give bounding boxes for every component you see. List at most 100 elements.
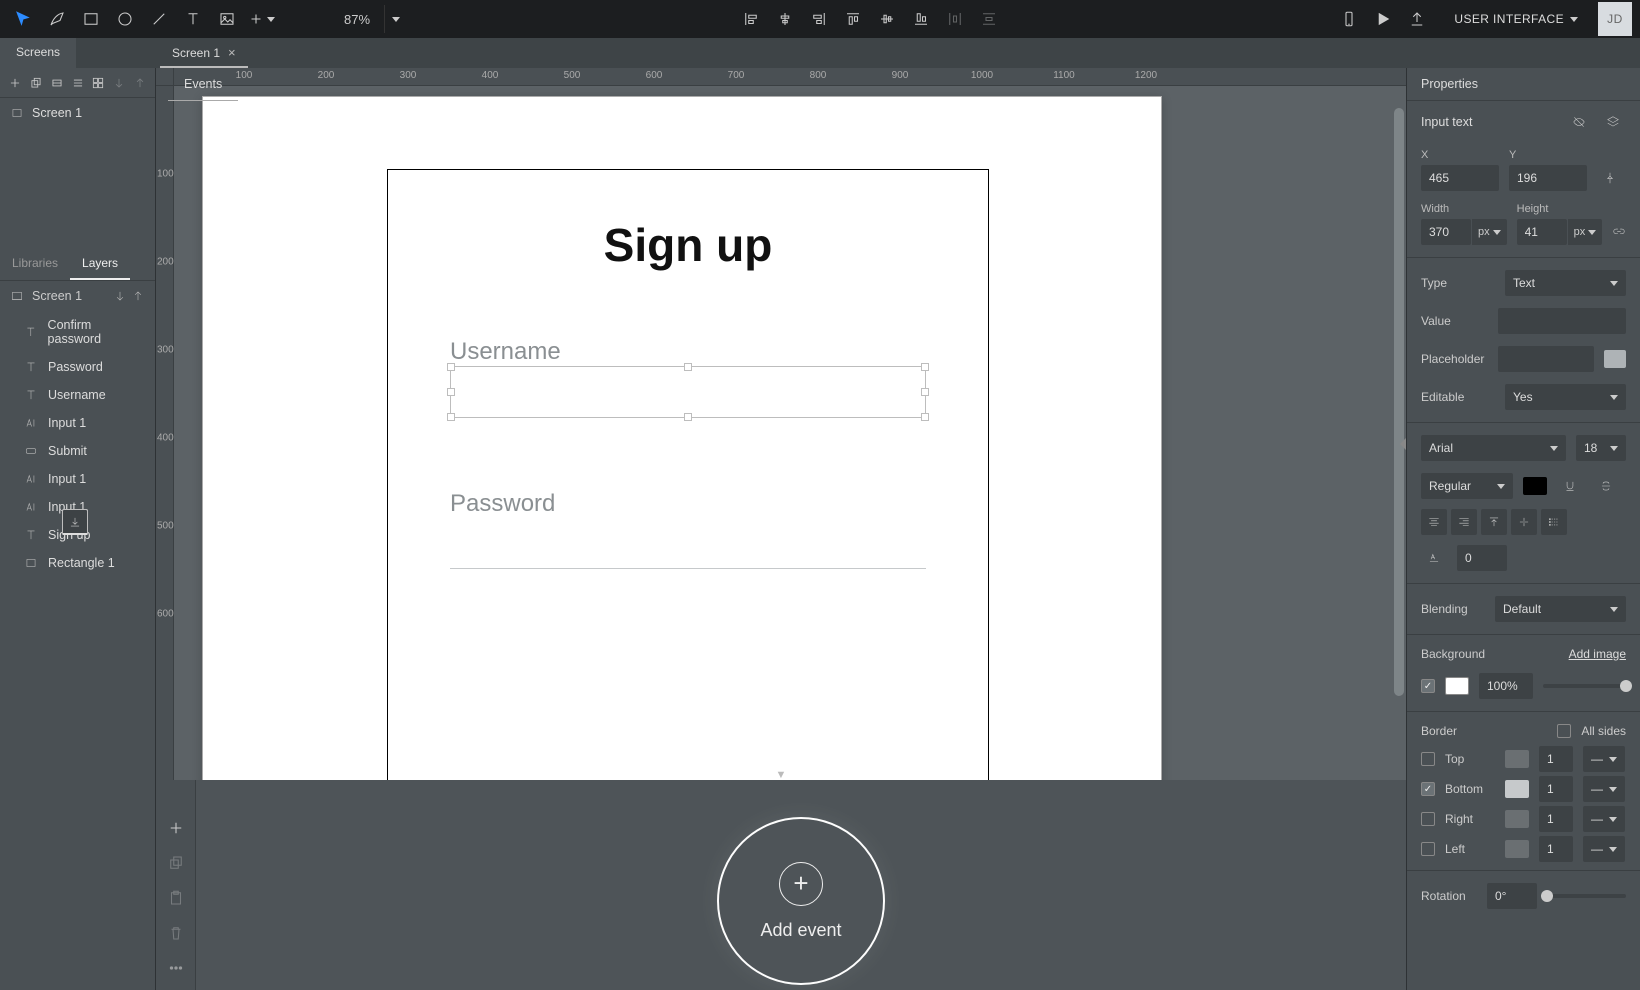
underline-icon[interactable]: [1557, 473, 1583, 499]
grid-view-button[interactable]: [89, 72, 108, 94]
ellipse-tool[interactable]: [110, 4, 140, 34]
expand-icon[interactable]: [131, 289, 145, 303]
password-input-line[interactable]: [450, 568, 926, 569]
align-vertical-center[interactable]: [872, 4, 902, 34]
background-opacity-slider[interactable]: [1543, 684, 1626, 688]
collapse-right-panel[interactable]: [1400, 438, 1406, 450]
strikethrough-icon[interactable]: [1593, 473, 1619, 499]
height-unit[interactable]: px: [1567, 219, 1603, 245]
border-bottom-style[interactable]: —: [1583, 776, 1625, 802]
rectangle-tool[interactable]: [76, 4, 106, 34]
border-left-style[interactable]: —: [1583, 836, 1625, 862]
zoom-input[interactable]: [330, 12, 384, 27]
properties-tab[interactable]: Properties: [1407, 68, 1640, 101]
border-right-style[interactable]: —: [1583, 806, 1625, 832]
letterspacing-input[interactable]: [1457, 545, 1507, 571]
image-tool[interactable]: [212, 4, 242, 34]
align-left-edges[interactable]: [736, 4, 766, 34]
pen-tool[interactable]: [42, 4, 72, 34]
text-tool[interactable]: [178, 4, 208, 34]
editable-select[interactable]: Yes: [1505, 384, 1626, 410]
add-tool[interactable]: [246, 4, 276, 34]
width-input[interactable]: [1421, 219, 1471, 245]
move-up-button[interactable]: [130, 72, 149, 94]
selected-input[interactable]: [450, 366, 926, 418]
blending-select[interactable]: Default: [1495, 596, 1626, 622]
zoom-dropdown[interactable]: [384, 5, 406, 33]
background-opacity[interactable]: [1479, 673, 1533, 699]
layer-root[interactable]: Screen 1: [0, 281, 155, 311]
rotation-slider[interactable]: [1547, 894, 1626, 898]
border-left-checkbox[interactable]: [1421, 842, 1435, 856]
border-bottom-checkbox[interactable]: ✓: [1421, 782, 1435, 796]
link-size-icon[interactable]: [1612, 219, 1626, 245]
collapse-icon[interactable]: [113, 289, 127, 303]
content-frame[interactable]: Sign up Username Password: [387, 169, 989, 780]
add-event-button[interactable]: [163, 816, 189, 839]
weight-select[interactable]: Regular: [1421, 473, 1513, 499]
duplicate-screen-button[interactable]: [27, 72, 46, 94]
placeholder-input[interactable]: [1498, 346, 1594, 372]
border-top-checkbox[interactable]: [1421, 752, 1435, 766]
layer-row[interactable]: Username: [0, 381, 155, 409]
events-tab[interactable]: Events: [168, 68, 238, 101]
screens-tab[interactable]: Screens: [0, 38, 76, 68]
font-size-select[interactable]: 18: [1576, 435, 1626, 461]
all-sides-checkbox[interactable]: [1557, 724, 1571, 738]
align-right-edges[interactable]: [804, 4, 834, 34]
pin-icon[interactable]: [1597, 165, 1623, 191]
layer-row[interactable]: Confirm password: [0, 311, 155, 353]
layer-row[interactable]: Password: [0, 353, 155, 381]
line-tool[interactable]: [144, 4, 174, 34]
layer-row[interactable]: Submit: [0, 437, 155, 465]
list-icon[interactable]: [1541, 509, 1567, 535]
layer-row[interactable]: Input 1: [0, 465, 155, 493]
font-select[interactable]: Arial: [1421, 435, 1566, 461]
close-icon[interactable]: ×: [228, 45, 236, 60]
value-input[interactable]: [1498, 308, 1626, 334]
copy-event-button[interactable]: [163, 851, 189, 874]
password-label[interactable]: Password: [450, 490, 555, 518]
type-select[interactable]: Text: [1505, 270, 1626, 296]
signup-heading[interactable]: Sign up: [388, 218, 988, 272]
canvas-tab-screen1[interactable]: Screen 1 ×: [160, 39, 248, 68]
border-top-color[interactable]: [1505, 750, 1529, 768]
placeholder-color[interactable]: [1604, 350, 1626, 368]
align-horizontal-center[interactable]: [770, 4, 800, 34]
list-view-button[interactable]: [68, 72, 87, 94]
canvas-viewport[interactable]: Sign up Username Password: [174, 86, 1406, 780]
username-label[interactable]: Username: [450, 338, 561, 366]
border-right-color[interactable]: [1505, 810, 1529, 828]
visibility-icon[interactable]: [1566, 109, 1592, 135]
text-color[interactable]: [1523, 477, 1547, 495]
background-color[interactable]: [1445, 677, 1469, 695]
device-preview[interactable]: [1334, 4, 1364, 34]
screen-item[interactable]: Screen 1: [0, 98, 155, 128]
border-top-style[interactable]: —: [1583, 746, 1625, 772]
add-image-link[interactable]: Add image: [1569, 647, 1626, 661]
mode-selector[interactable]: USER INTERFACE: [1454, 12, 1578, 26]
select-tool[interactable]: [8, 4, 38, 34]
collapse-events-icon[interactable]: ▼: [776, 769, 787, 780]
y-input[interactable]: [1509, 165, 1587, 191]
background-checkbox[interactable]: ✓: [1421, 679, 1435, 693]
play-preview[interactable]: [1368, 4, 1398, 34]
valign-top-icon[interactable]: [1481, 509, 1507, 535]
user-avatar[interactable]: JD: [1598, 2, 1632, 36]
layers-stack-icon[interactable]: [1600, 109, 1626, 135]
align-center-icon[interactable]: [1421, 509, 1447, 535]
border-left-width[interactable]: [1539, 836, 1573, 862]
align-right-icon[interactable]: [1451, 509, 1477, 535]
x-input[interactable]: [1421, 165, 1499, 191]
distribute-horizontal[interactable]: [940, 4, 970, 34]
border-top-width[interactable]: [1539, 746, 1573, 772]
libraries-tab[interactable]: Libraries: [0, 248, 70, 280]
align-top-edges[interactable]: [838, 4, 868, 34]
move-down-button[interactable]: [110, 72, 129, 94]
small-grid-button[interactable]: [47, 72, 66, 94]
border-right-checkbox[interactable]: [1421, 812, 1435, 826]
distribute-vertical[interactable]: [974, 4, 1004, 34]
rotation-input[interactable]: [1487, 883, 1537, 909]
align-bottom-edges[interactable]: [906, 4, 936, 34]
height-input[interactable]: [1517, 219, 1567, 245]
